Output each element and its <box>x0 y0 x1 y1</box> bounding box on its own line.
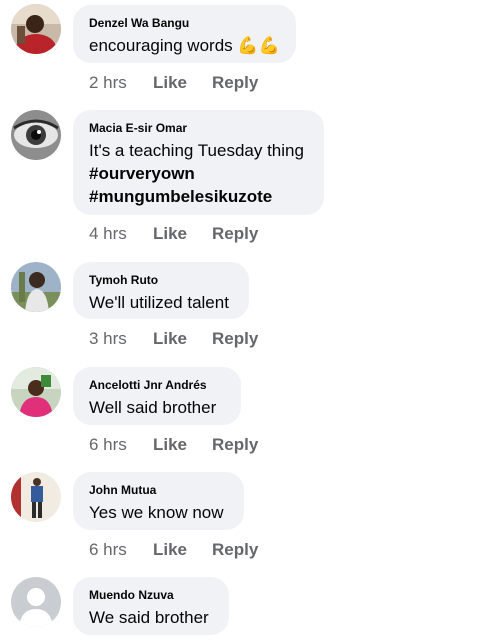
comment-author[interactable]: Muendo Nzuva <box>89 588 213 602</box>
comment-text: We said brother <box>89 608 209 627</box>
avatar[interactable] <box>11 4 61 54</box>
comment-author[interactable]: Tymoh Ruto <box>89 273 233 287</box>
person-red-shirt-avatar-icon <box>11 4 61 54</box>
comment-text: encouraging words 💪💪 <box>89 36 280 55</box>
like-button[interactable]: Like <box>153 540 187 560</box>
reply-button[interactable]: Reply <box>212 73 258 93</box>
like-button[interactable]: Like <box>153 329 187 349</box>
avatar[interactable] <box>11 472 61 522</box>
comment-text: Well said brother <box>89 398 217 417</box>
avatar[interactable] <box>11 367 61 417</box>
comment-bubble: Ancelotti Jnr Andrés Well said brother <box>73 367 241 425</box>
comment-text: We'll utilized talent <box>89 293 229 312</box>
reply-button[interactable]: Reply <box>212 224 258 244</box>
hashtag-link[interactable]: #ourveryown <box>89 162 308 185</box>
comment-bubble: Tymoh Ruto We'll utilized talent <box>73 262 249 319</box>
like-button[interactable]: Like <box>153 73 187 93</box>
like-button[interactable]: Like <box>153 435 187 455</box>
person-pink-shirt-avatar-icon <box>11 367 61 417</box>
comment-author[interactable]: Denzel Wa Bangu <box>89 16 280 30</box>
comment-author[interactable]: Macia E-sir Omar <box>89 121 308 135</box>
comment-timestamp[interactable]: 4 hrs <box>89 224 127 244</box>
avatar[interactable] <box>11 262 61 312</box>
comment-bubble: John Mutua Yes we know now <box>73 472 244 530</box>
comment-bubble: Denzel Wa Bangu encouraging words 💪💪 <box>73 5 296 63</box>
reply-button[interactable]: Reply <box>212 435 258 455</box>
reply-button[interactable]: Reply <box>212 329 258 349</box>
person-standing-avatar-icon <box>11 472 61 522</box>
comment-text: It's a teaching Tuesday thing #ourveryow… <box>89 139 308 208</box>
comment-author[interactable]: John Mutua <box>89 483 228 497</box>
avatar[interactable] <box>11 110 61 160</box>
comment-author[interactable]: Ancelotti Jnr Andrés <box>89 378 225 392</box>
default-user-avatar-icon <box>11 577 61 627</box>
comment-bubble: Macia E-sir Omar It's a teaching Tuesday… <box>73 110 324 215</box>
comment-text-line: It's a teaching Tuesday thing <box>89 141 304 160</box>
person-outdoor-avatar-icon <box>11 262 61 312</box>
like-button[interactable]: Like <box>153 224 187 244</box>
eye-avatar-icon <box>11 110 61 160</box>
comment-timestamp[interactable]: 3 hrs <box>89 329 127 349</box>
comment-timestamp[interactable]: 2 hrs <box>89 73 127 93</box>
hashtag-link[interactable]: #mungumbelesikuzote <box>89 185 308 208</box>
comment-bubble: Muendo Nzuva We said brother <box>73 577 229 635</box>
reply-button[interactable]: Reply <box>212 540 258 560</box>
avatar[interactable] <box>11 577 61 627</box>
comment-timestamp[interactable]: 6 hrs <box>89 435 127 455</box>
comment-text: Yes we know now <box>89 503 224 522</box>
comment-timestamp[interactable]: 6 hrs <box>89 540 127 560</box>
